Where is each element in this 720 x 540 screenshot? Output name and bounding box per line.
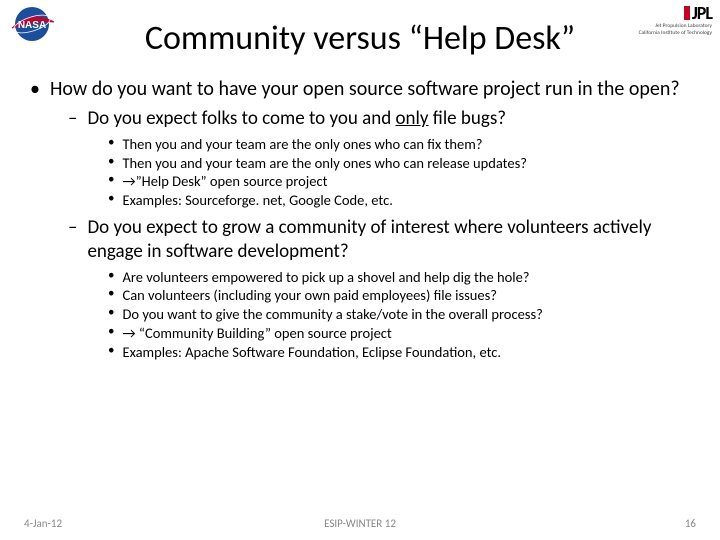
svg-text:NASA: NASA	[18, 20, 46, 31]
footer-venue: ESIP-WINTER 12	[0, 517, 720, 530]
bullet-l3: → “Community Building” open source proje…	[122, 324, 391, 343]
bullet-l3: Can volunteers (including your own paid …	[122, 286, 497, 305]
bullet-l3: →”Help Desk” open source project	[122, 172, 327, 191]
bullet-l2: Do you expect folks to come to you and o…	[87, 107, 506, 131]
footer-date: 4-Jan-12	[24, 517, 62, 530]
bullet-l1: How do you want to have your open source…	[50, 77, 680, 101]
bullet-l3: Then you and your team are the only ones…	[122, 135, 482, 154]
slide-body: How do you want to have your open source…	[0, 77, 720, 362]
bullet-l2: Do you expect to grow a community of int…	[87, 216, 690, 264]
nasa-logo: NASA	[8, 4, 56, 44]
jpl-logo: JPL Jet Propulsion Laboratory California…	[602, 4, 712, 38]
bullet-l3: Are volunteers empowered to pick up a sh…	[122, 268, 529, 287]
jpl-sub1: Jet Propulsion Laboratory	[655, 23, 712, 29]
bullet-l3: Examples: Apache Software Foundation, Ec…	[122, 343, 501, 362]
jpl-sub2: California Institute of Technology	[639, 30, 712, 36]
jpl-text: JPL	[692, 4, 712, 22]
bullet-l3: Examples: Sourceforge. net, Google Code,…	[122, 191, 392, 210]
slide-footer: 4-Jan-12 ESIP-WINTER 12 16	[0, 517, 720, 530]
bullet-l3: Do you want to give the community a stak…	[122, 305, 542, 324]
bullet-l3: Then you and your team are the only ones…	[122, 154, 527, 173]
footer-page: 16	[685, 517, 696, 530]
